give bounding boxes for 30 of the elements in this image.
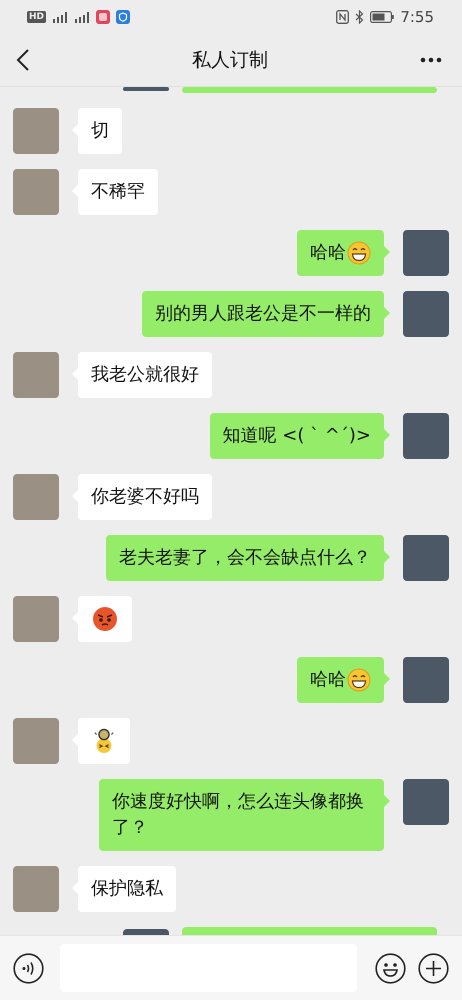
- signal-icon: [52, 12, 68, 22]
- message-text: 哈哈: [310, 668, 346, 692]
- message-text: 我老公就很好: [91, 363, 199, 387]
- hd-badge: HD: [27, 11, 46, 23]
- message-text: 知道呢 <( ` ^´)>: [222, 424, 371, 448]
- voice-icon[interactable]: [13, 952, 44, 984]
- message-text: 你老婆不好吗: [91, 485, 199, 509]
- message-text: 别的男人跟老公是不一样的: [155, 302, 371, 326]
- message-text: 不稀罕: [91, 180, 145, 204]
- bluetooth-icon: [355, 10, 364, 24]
- angry-face-icon: [92, 606, 118, 632]
- signal-icon: [74, 12, 90, 22]
- smiley-icon[interactable]: [375, 952, 406, 984]
- message-text: 保护隐私: [91, 877, 163, 901]
- status-time: 7:55: [400, 8, 434, 26]
- chat-title: 私人订制: [191, 48, 269, 73]
- message-text: 老夫老妻了，会不会缺点什么？: [119, 546, 371, 570]
- add-icon[interactable]: [418, 952, 449, 984]
- battery-icon: [370, 11, 394, 23]
- nfc-icon: [336, 10, 350, 24]
- grinning-emoji-icon: [347, 668, 371, 692]
- message-text: 切: [91, 119, 109, 143]
- message-text: 哈哈: [310, 241, 346, 265]
- message-text: 你速度好快啊，怎么连头像都换了？: [112, 790, 365, 840]
- app-icon: [96, 10, 110, 24]
- back-icon[interactable]: [16, 49, 30, 71]
- grinning-emoji-icon: [347, 241, 371, 265]
- more-icon[interactable]: [420, 57, 442, 63]
- shield-icon: [116, 10, 130, 24]
- dizzy-face-icon: [92, 728, 116, 754]
